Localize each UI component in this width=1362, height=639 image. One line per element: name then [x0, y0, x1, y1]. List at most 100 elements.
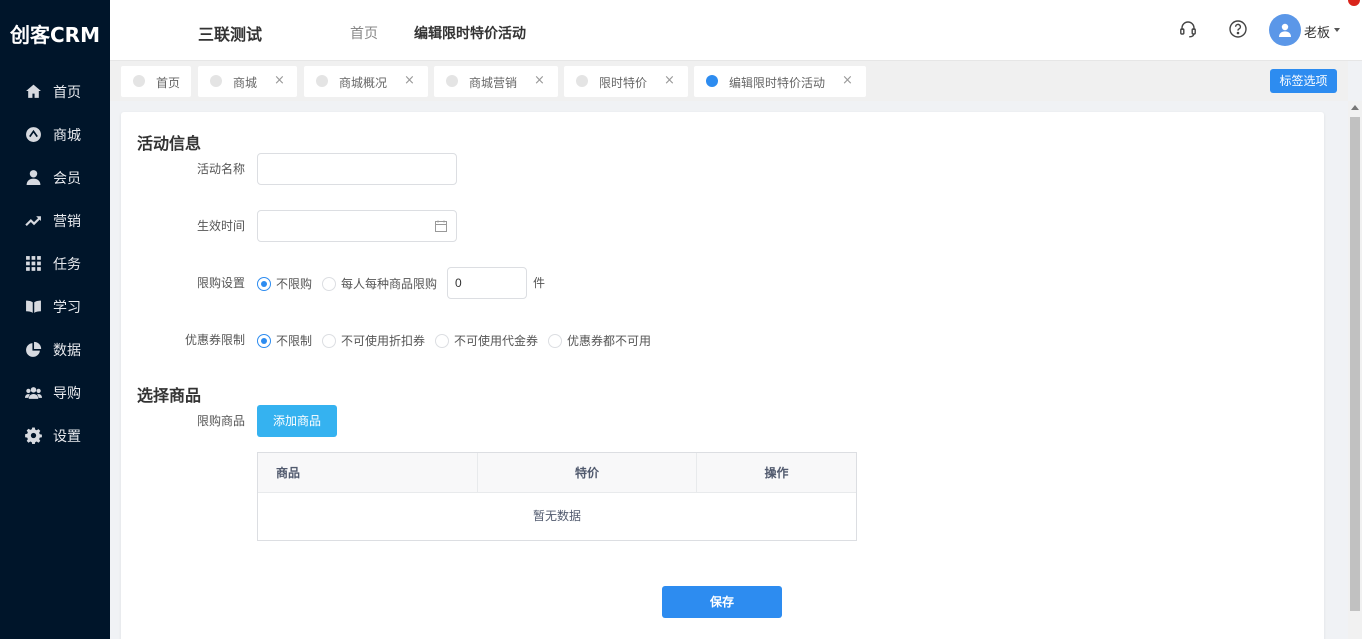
table-header-action: 操作 — [764, 466, 789, 480]
sidebar-nav: 首页 商城 会员 营销 任务 学习 数据 导购 设置 — [0, 70, 110, 457]
tab-status-dot — [316, 75, 328, 87]
tab-label: 商城 — [233, 76, 258, 90]
radio-no-cash-coupon[interactable] — [435, 333, 450, 348]
tab-flash-sale[interactable]: 限时特价 × — [564, 66, 688, 97]
tab-options-button[interactable]: 标签选项 — [1270, 69, 1337, 93]
pie-icon — [25, 341, 42, 358]
gear-icon — [25, 427, 42, 444]
table-header-row: 商品 特价 操作 — [258, 453, 856, 493]
help-icon[interactable] — [1228, 19, 1248, 39]
table-header-goods: 商品 — [258, 453, 478, 493]
user-name[interactable]: 老板 — [1304, 22, 1330, 41]
headset-icon[interactable] — [1178, 19, 1198, 39]
tab-close-icon[interactable]: × — [274, 74, 285, 88]
top-header: 三联测试 首页 编辑限时特价活动 老板 — [110, 0, 1362, 61]
radio-label: 优惠券都不可用 — [567, 334, 652, 348]
tabs-bar: 首页 商城 × 商城概况 × 商城营销 × 限时特价 × 编辑限时特价活动 × … — [110, 61, 1348, 101]
radio-label: 不可使用折扣券 — [341, 334, 426, 348]
sidebar-item-label: 营销 — [53, 213, 81, 230]
table-empty-text: 暂无数据 — [532, 509, 581, 523]
app-logo: 创客CRM — [10, 23, 100, 47]
form-card: 活动信息 活动名称 生效时间 限购设置 不限购 每人每种商品限购 件 优惠券限制… — [121, 112, 1324, 639]
limit-quantity-input[interactable] — [447, 267, 527, 299]
store-name: 三联测试 — [198, 25, 263, 44]
group-icon — [25, 384, 42, 401]
coupon-radio-group: 不限制 不可使用折扣券 不可使用代金券 优惠券都不可用 — [257, 332, 661, 349]
tab-mall-overview[interactable]: 商城概况 × — [304, 66, 428, 97]
tab-label: 商城营销 — [469, 76, 518, 90]
tab-close-icon[interactable]: × — [664, 74, 675, 88]
section-title-activity: 活动信息 — [137, 134, 202, 153]
sidebar-item-label: 商城 — [53, 127, 81, 144]
tab-status-dot — [706, 75, 718, 87]
tab-label: 限时特价 — [599, 76, 648, 90]
sidebar-item-study[interactable]: 学习 — [0, 285, 110, 328]
sidebar-item-label: 学习 — [53, 299, 81, 316]
trend-icon — [25, 212, 42, 229]
coupon-label: 优惠券限制 — [184, 333, 245, 347]
book-icon — [25, 298, 42, 315]
tab-home[interactable]: 首页 — [121, 66, 191, 97]
sidebar-item-home[interactable]: 首页 — [0, 70, 110, 113]
scroll-up-icon[interactable] — [1351, 105, 1359, 110]
radio-per-person-limit[interactable] — [322, 276, 337, 291]
page-scrollbar[interactable] — [1348, 101, 1362, 639]
radio-no-limit[interactable] — [257, 276, 271, 291]
sidebar-item-label: 任务 — [53, 256, 81, 273]
scrollbar-thumb[interactable] — [1350, 117, 1360, 611]
tab-status-dot — [133, 75, 145, 87]
breadcrumb-home[interactable]: 首页 — [350, 23, 378, 43]
sidebar-item-label: 数据 — [53, 342, 81, 359]
goods-label: 限购商品 — [196, 414, 245, 428]
save-button[interactable]: 保存 — [662, 586, 782, 618]
add-goods-button[interactable]: 添加商品 — [257, 405, 337, 437]
activity-name-input[interactable] — [257, 153, 457, 185]
chevron-down-icon[interactable] — [1334, 28, 1340, 32]
tab-close-icon[interactable]: × — [842, 74, 853, 88]
name-label: 活动名称 — [196, 162, 245, 176]
user-avatar-icon — [1279, 23, 1291, 37]
tab-close-icon[interactable]: × — [534, 74, 545, 88]
mall-icon — [25, 126, 42, 143]
sidebar-item-settings[interactable]: 设置 — [0, 414, 110, 457]
sidebar-item-label: 导购 — [53, 385, 81, 402]
radio-label: 不限购 — [276, 277, 313, 291]
user-icon — [25, 169, 42, 186]
radio-coupon-no-limit[interactable] — [257, 333, 271, 348]
limit-unit: 件 — [533, 276, 546, 290]
home-icon — [25, 83, 42, 100]
sidebar-item-mall[interactable]: 商城 — [0, 113, 110, 156]
tab-label: 首页 — [156, 76, 181, 90]
tab-close-icon[interactable]: × — [404, 74, 415, 88]
effective-time-picker[interactable] — [257, 210, 457, 242]
radio-label: 不可使用代金券 — [454, 334, 539, 348]
tab-edit-flash-sale[interactable]: 编辑限时特价活动 × — [694, 66, 866, 97]
radio-label: 每人每种商品限购 — [341, 277, 438, 291]
sidebar-item-label: 设置 — [53, 428, 81, 445]
breadcrumb-current: 编辑限时特价活动 — [414, 26, 526, 42]
grid-icon — [25, 255, 42, 272]
limit-label: 限购设置 — [196, 276, 245, 290]
sidebar-item-marketing[interactable]: 营销 — [0, 199, 110, 242]
sidebar-item-guide[interactable]: 导购 — [0, 371, 110, 414]
sidebar-item-label: 首页 — [53, 84, 81, 101]
tab-mall-marketing[interactable]: 商城营销 × — [434, 66, 558, 97]
sidebar: 创客CRM 首页 商城 会员 营销 任务 学习 数据 导购 设置 — [0, 0, 110, 639]
tab-label: 商城概况 — [339, 76, 388, 90]
sidebar-item-task[interactable]: 任务 — [0, 242, 110, 285]
limit-radio-group: 不限购 每人每种商品限购 — [257, 275, 447, 292]
sidebar-item-data[interactable]: 数据 — [0, 328, 110, 371]
user-avatar[interactable] — [1269, 14, 1301, 46]
goods-table: 商品 特价 操作 暂无数据 — [257, 452, 857, 541]
radio-no-discount-coupon[interactable] — [322, 333, 337, 348]
tab-status-dot — [446, 75, 458, 87]
time-label: 生效时间 — [196, 219, 245, 233]
sidebar-item-member[interactable]: 会员 — [0, 156, 110, 199]
tab-mall[interactable]: 商城 × — [198, 66, 297, 97]
section-title-goods: 选择商品 — [137, 386, 202, 405]
tab-status-dot — [210, 75, 222, 87]
radio-no-coupons[interactable] — [548, 333, 563, 348]
calendar-icon — [435, 220, 447, 232]
table-header-price: 特价 — [478, 453, 697, 493]
tab-label: 编辑限时特价活动 — [729, 76, 826, 90]
